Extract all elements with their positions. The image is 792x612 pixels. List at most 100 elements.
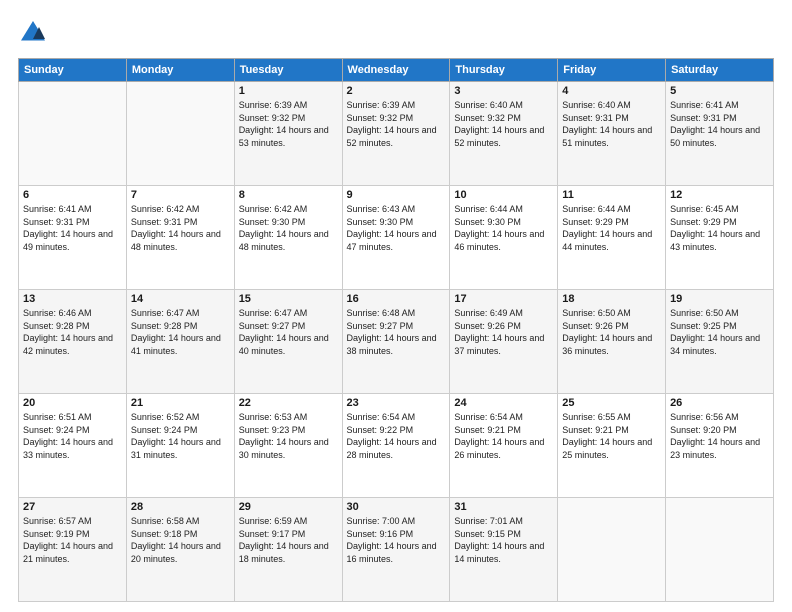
day-info: Sunrise: 6:44 AMSunset: 9:29 PMDaylight:…: [562, 204, 652, 252]
day-number: 22: [239, 397, 338, 409]
day-info: Sunrise: 6:39 AMSunset: 9:32 PMDaylight:…: [347, 100, 437, 148]
calendar-cell: 12 Sunrise: 6:45 AMSunset: 9:29 PMDaylig…: [666, 186, 774, 290]
weekday-header: Monday: [126, 59, 234, 82]
day-info: Sunrise: 6:56 AMSunset: 9:20 PMDaylight:…: [670, 412, 760, 460]
day-number: 30: [347, 501, 446, 513]
calendar-cell: 5 Sunrise: 6:41 AMSunset: 9:31 PMDayligh…: [666, 82, 774, 186]
day-number: 7: [131, 189, 230, 201]
day-number: 1: [239, 85, 338, 97]
day-number: 10: [454, 189, 553, 201]
day-info: Sunrise: 7:01 AMSunset: 9:15 PMDaylight:…: [454, 516, 544, 564]
calendar-cell: 20 Sunrise: 6:51 AMSunset: 9:24 PMDaylig…: [19, 394, 127, 498]
day-info: Sunrise: 6:53 AMSunset: 9:23 PMDaylight:…: [239, 412, 329, 460]
calendar-cell: 23 Sunrise: 6:54 AMSunset: 9:22 PMDaylig…: [342, 394, 450, 498]
calendar-cell: [558, 498, 666, 602]
day-info: Sunrise: 6:47 AMSunset: 9:28 PMDaylight:…: [131, 308, 221, 356]
day-number: 6: [23, 189, 122, 201]
day-info: Sunrise: 7:00 AMSunset: 9:16 PMDaylight:…: [347, 516, 437, 564]
calendar-cell: 7 Sunrise: 6:42 AMSunset: 9:31 PMDayligh…: [126, 186, 234, 290]
calendar-week-row: 27 Sunrise: 6:57 AMSunset: 9:19 PMDaylig…: [19, 498, 774, 602]
day-info: Sunrise: 6:40 AMSunset: 9:32 PMDaylight:…: [454, 100, 544, 148]
weekday-header: Saturday: [666, 59, 774, 82]
calendar-cell: 24 Sunrise: 6:54 AMSunset: 9:21 PMDaylig…: [450, 394, 558, 498]
day-number: 31: [454, 501, 553, 513]
calendar-cell: 6 Sunrise: 6:41 AMSunset: 9:31 PMDayligh…: [19, 186, 127, 290]
calendar-cell: [666, 498, 774, 602]
calendar-cell: 28 Sunrise: 6:58 AMSunset: 9:18 PMDaylig…: [126, 498, 234, 602]
day-info: Sunrise: 6:44 AMSunset: 9:30 PMDaylight:…: [454, 204, 544, 252]
calendar-cell: 14 Sunrise: 6:47 AMSunset: 9:28 PMDaylig…: [126, 290, 234, 394]
logo: [18, 18, 52, 48]
calendar-cell: 9 Sunrise: 6:43 AMSunset: 9:30 PMDayligh…: [342, 186, 450, 290]
day-number: 23: [347, 397, 446, 409]
day-info: Sunrise: 6:52 AMSunset: 9:24 PMDaylight:…: [131, 412, 221, 460]
day-info: Sunrise: 6:49 AMSunset: 9:26 PMDaylight:…: [454, 308, 544, 356]
calendar-cell: 3 Sunrise: 6:40 AMSunset: 9:32 PMDayligh…: [450, 82, 558, 186]
day-info: Sunrise: 6:47 AMSunset: 9:27 PMDaylight:…: [239, 308, 329, 356]
calendar-week-row: 1 Sunrise: 6:39 AMSunset: 9:32 PMDayligh…: [19, 82, 774, 186]
calendar-cell: 18 Sunrise: 6:50 AMSunset: 9:26 PMDaylig…: [558, 290, 666, 394]
day-info: Sunrise: 6:43 AMSunset: 9:30 PMDaylight:…: [347, 204, 437, 252]
day-number: 25: [562, 397, 661, 409]
day-number: 17: [454, 293, 553, 305]
day-number: 9: [347, 189, 446, 201]
calendar-cell: 31 Sunrise: 7:01 AMSunset: 9:15 PMDaylig…: [450, 498, 558, 602]
weekday-header: Tuesday: [234, 59, 342, 82]
calendar-cell: 17 Sunrise: 6:49 AMSunset: 9:26 PMDaylig…: [450, 290, 558, 394]
calendar-cell: 30 Sunrise: 7:00 AMSunset: 9:16 PMDaylig…: [342, 498, 450, 602]
calendar-cell: 27 Sunrise: 6:57 AMSunset: 9:19 PMDaylig…: [19, 498, 127, 602]
calendar-cell: 10 Sunrise: 6:44 AMSunset: 9:30 PMDaylig…: [450, 186, 558, 290]
day-number: 8: [239, 189, 338, 201]
calendar-cell: 29 Sunrise: 6:59 AMSunset: 9:17 PMDaylig…: [234, 498, 342, 602]
day-info: Sunrise: 6:59 AMSunset: 9:17 PMDaylight:…: [239, 516, 329, 564]
page: SundayMondayTuesdayWednesdayThursdayFrid…: [0, 0, 792, 612]
day-number: 27: [23, 501, 122, 513]
calendar-week-row: 20 Sunrise: 6:51 AMSunset: 9:24 PMDaylig…: [19, 394, 774, 498]
calendar-cell: 8 Sunrise: 6:42 AMSunset: 9:30 PMDayligh…: [234, 186, 342, 290]
day-number: 5: [670, 85, 769, 97]
calendar-cell: 19 Sunrise: 6:50 AMSunset: 9:25 PMDaylig…: [666, 290, 774, 394]
day-number: 18: [562, 293, 661, 305]
day-info: Sunrise: 6:55 AMSunset: 9:21 PMDaylight:…: [562, 412, 652, 460]
day-number: 26: [670, 397, 769, 409]
day-info: Sunrise: 6:50 AMSunset: 9:26 PMDaylight:…: [562, 308, 652, 356]
day-info: Sunrise: 6:48 AMSunset: 9:27 PMDaylight:…: [347, 308, 437, 356]
header: [18, 18, 774, 48]
day-info: Sunrise: 6:54 AMSunset: 9:22 PMDaylight:…: [347, 412, 437, 460]
calendar-cell: 26 Sunrise: 6:56 AMSunset: 9:20 PMDaylig…: [666, 394, 774, 498]
day-info: Sunrise: 6:54 AMSunset: 9:21 PMDaylight:…: [454, 412, 544, 460]
calendar-cell: [126, 82, 234, 186]
day-number: 20: [23, 397, 122, 409]
calendar-cell: 21 Sunrise: 6:52 AMSunset: 9:24 PMDaylig…: [126, 394, 234, 498]
day-number: 15: [239, 293, 338, 305]
calendar-cell: 22 Sunrise: 6:53 AMSunset: 9:23 PMDaylig…: [234, 394, 342, 498]
day-info: Sunrise: 6:41 AMSunset: 9:31 PMDaylight:…: [670, 100, 760, 148]
weekday-header-row: SundayMondayTuesdayWednesdayThursdayFrid…: [19, 59, 774, 82]
day-info: Sunrise: 6:57 AMSunset: 9:19 PMDaylight:…: [23, 516, 113, 564]
calendar-week-row: 6 Sunrise: 6:41 AMSunset: 9:31 PMDayligh…: [19, 186, 774, 290]
day-info: Sunrise: 6:50 AMSunset: 9:25 PMDaylight:…: [670, 308, 760, 356]
day-number: 11: [562, 189, 661, 201]
calendar-cell: 25 Sunrise: 6:55 AMSunset: 9:21 PMDaylig…: [558, 394, 666, 498]
calendar-cell: 16 Sunrise: 6:48 AMSunset: 9:27 PMDaylig…: [342, 290, 450, 394]
day-info: Sunrise: 6:46 AMSunset: 9:28 PMDaylight:…: [23, 308, 113, 356]
day-info: Sunrise: 6:58 AMSunset: 9:18 PMDaylight:…: [131, 516, 221, 564]
day-number: 28: [131, 501, 230, 513]
calendar-cell: 1 Sunrise: 6:39 AMSunset: 9:32 PMDayligh…: [234, 82, 342, 186]
calendar-cell: 15 Sunrise: 6:47 AMSunset: 9:27 PMDaylig…: [234, 290, 342, 394]
calendar-cell: 2 Sunrise: 6:39 AMSunset: 9:32 PMDayligh…: [342, 82, 450, 186]
calendar-cell: 4 Sunrise: 6:40 AMSunset: 9:31 PMDayligh…: [558, 82, 666, 186]
day-number: 13: [23, 293, 122, 305]
day-number: 21: [131, 397, 230, 409]
day-number: 12: [670, 189, 769, 201]
day-number: 3: [454, 85, 553, 97]
weekday-header: Sunday: [19, 59, 127, 82]
day-number: 29: [239, 501, 338, 513]
day-info: Sunrise: 6:39 AMSunset: 9:32 PMDaylight:…: [239, 100, 329, 148]
calendar-week-row: 13 Sunrise: 6:46 AMSunset: 9:28 PMDaylig…: [19, 290, 774, 394]
logo-icon: [18, 18, 48, 48]
calendar-cell: 13 Sunrise: 6:46 AMSunset: 9:28 PMDaylig…: [19, 290, 127, 394]
day-info: Sunrise: 6:41 AMSunset: 9:31 PMDaylight:…: [23, 204, 113, 252]
calendar-cell: 11 Sunrise: 6:44 AMSunset: 9:29 PMDaylig…: [558, 186, 666, 290]
day-info: Sunrise: 6:45 AMSunset: 9:29 PMDaylight:…: [670, 204, 760, 252]
